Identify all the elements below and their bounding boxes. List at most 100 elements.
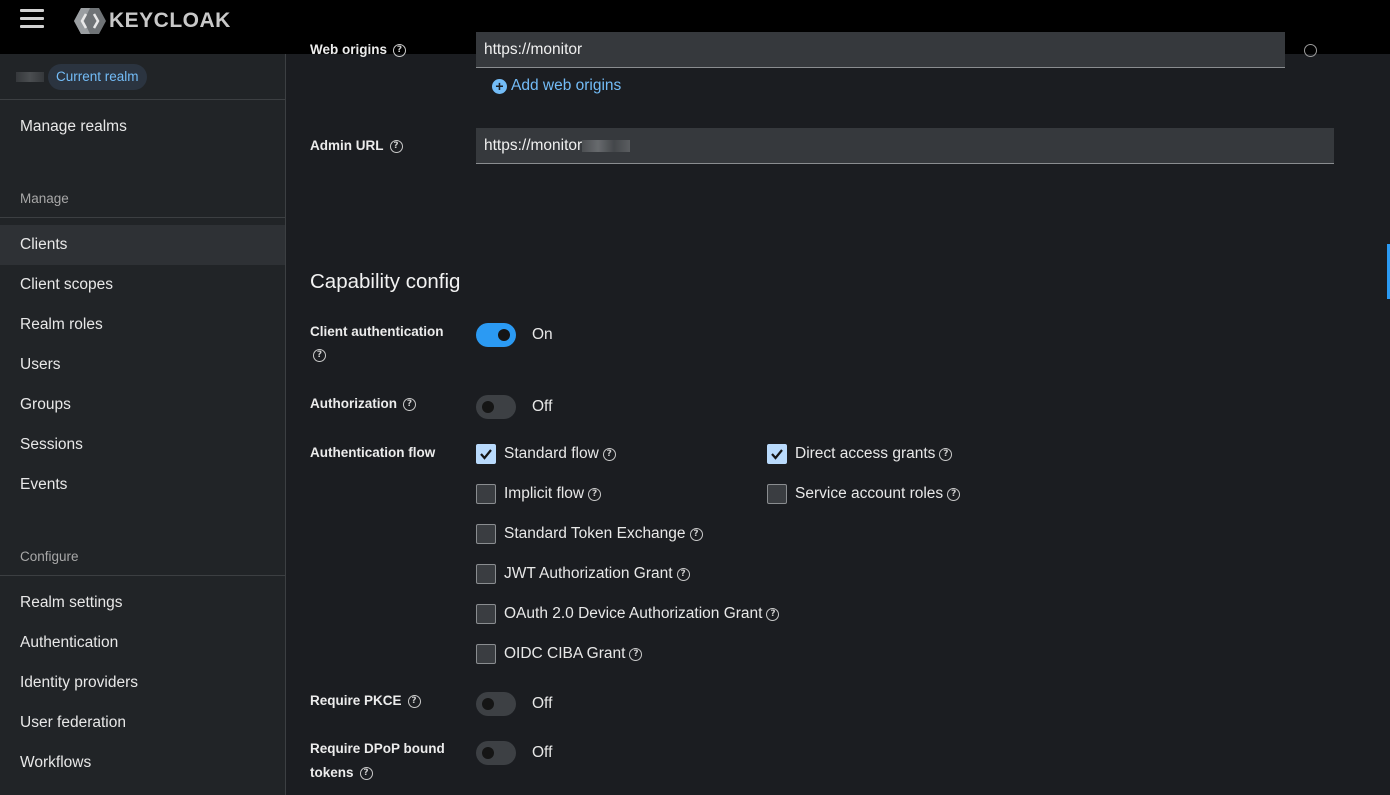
realm-name-redacted xyxy=(16,72,44,82)
sidebar-item-users[interactable]: Users xyxy=(0,345,285,385)
check-icon xyxy=(480,449,492,460)
client-authentication-state: On xyxy=(532,326,553,343)
help-icon[interactable]: ? xyxy=(689,527,703,541)
help-icon[interactable]: ? xyxy=(359,766,373,780)
help-icon[interactable]: ? xyxy=(407,694,421,708)
standard-flow-label: Standard flow xyxy=(504,445,599,462)
standard-token-exchange-label: Standard Token Exchange xyxy=(504,525,686,542)
nav-divider xyxy=(0,575,285,576)
require-pkce-state: Off xyxy=(532,695,553,712)
add-web-origins-link[interactable]: + Add web origins xyxy=(492,77,621,95)
jwt-authorization-grant-label: JWT Authorization Grant xyxy=(504,565,673,582)
web-origins-label: Web origins? xyxy=(310,42,407,57)
realm-selector[interactable]: Current realm xyxy=(0,54,285,100)
help-icon[interactable]: ? xyxy=(588,487,602,501)
device-authorization-grant-label: OAuth 2.0 Device Authorization Grant xyxy=(504,605,763,622)
current-realm-badge: Current realm xyxy=(48,64,147,90)
sidebar-item-identity-providers[interactable]: Identity providers xyxy=(0,663,285,703)
require-dpop-label-line1: Require DPoP bound xyxy=(310,741,445,756)
require-dpop-label: Require DPoP bound tokens? xyxy=(310,737,445,785)
help-icon[interactable]: ? xyxy=(939,447,953,461)
require-dpop-state: Off xyxy=(532,744,553,761)
help-icon[interactable]: ? xyxy=(313,349,326,362)
toggle-knob xyxy=(482,401,494,413)
oidc-ciba-grant-option: OIDC CIBA Grant? xyxy=(476,644,643,664)
check-icon xyxy=(771,449,783,460)
direct-access-grants-checkbox[interactable] xyxy=(767,444,787,464)
implicit-flow-label: Implicit flow xyxy=(504,485,585,502)
authorization-state: Off xyxy=(532,398,553,415)
admin-url-value: https://monitor xyxy=(484,137,583,154)
redacted-text xyxy=(582,139,631,152)
add-web-origins-text: Add web origins xyxy=(511,77,622,94)
sidebar-item-client-scopes[interactable]: Client scopes xyxy=(0,265,285,305)
keycloak-logo-icon xyxy=(74,8,106,34)
standard-token-exchange-option: Standard Token Exchange? xyxy=(476,524,703,544)
sidebar-item-events[interactable]: Events xyxy=(0,465,285,505)
toggle-knob xyxy=(482,747,494,759)
device-authorization-grant-option: OAuth 2.0 Device Authorization Grant? xyxy=(476,604,780,624)
help-icon[interactable]: ? xyxy=(403,397,416,411)
help-icon[interactable]: ? xyxy=(676,567,690,581)
service-account-roles-label: Service account roles xyxy=(795,485,944,502)
help-icon[interactable]: ? xyxy=(629,647,643,661)
sidebar-item-sessions[interactable]: Sessions xyxy=(0,425,285,465)
help-icon[interactable]: ? xyxy=(766,607,780,621)
toggle-knob xyxy=(482,698,494,710)
sidebar-item-realm-roles[interactable]: Realm roles xyxy=(0,305,285,345)
sidebar-item-authentication[interactable]: Authentication xyxy=(0,623,285,663)
capability-config-title: Capability config xyxy=(310,270,461,293)
help-icon[interactable]: ? xyxy=(393,43,407,57)
jwt-authorization-grant-option: JWT Authorization Grant? xyxy=(476,564,690,584)
toggle-knob xyxy=(498,329,510,341)
device-authorization-grant-checkbox[interactable] xyxy=(476,604,496,624)
logo-text: KEYCLOAK xyxy=(109,9,231,32)
client-authentication-label-text: Client authentication xyxy=(310,324,444,339)
authentication-flow-label: Authentication flow xyxy=(310,445,436,460)
remove-web-origin-icon[interactable] xyxy=(1304,44,1317,57)
authorization-toggle[interactable] xyxy=(476,395,516,419)
help-icon[interactable]: ? xyxy=(602,447,616,461)
web-origins-label-text: Web origins xyxy=(310,42,388,57)
main-content: Web origins? https://monitor + Add web or… xyxy=(286,32,1390,795)
standard-flow-checkbox[interactable] xyxy=(476,444,496,464)
help-icon[interactable]: ? xyxy=(947,487,961,501)
sidebar-item-clients[interactable]: Clients xyxy=(0,225,285,265)
authorization-label-text: Authorization xyxy=(310,396,397,411)
oidc-ciba-grant-label: OIDC CIBA Grant xyxy=(504,645,626,662)
help-icon[interactable]: ? xyxy=(389,139,403,153)
require-dpop-label-line2: tokens xyxy=(310,765,354,780)
oidc-ciba-grant-checkbox[interactable] xyxy=(476,644,496,664)
client-authentication-toggle[interactable] xyxy=(476,323,516,347)
admin-url-input[interactable]: https://monitor xyxy=(476,128,1334,164)
keycloak-logo[interactable]: KEYCLOAK xyxy=(73,6,231,36)
standard-token-exchange-checkbox[interactable] xyxy=(476,524,496,544)
implicit-flow-checkbox[interactable] xyxy=(476,484,496,504)
sidebar-item-groups[interactable]: Groups xyxy=(0,385,285,425)
admin-url-label-text: Admin URL xyxy=(310,138,384,153)
nav-divider xyxy=(0,217,285,218)
client-authentication-label: Client authentication ? xyxy=(310,324,444,362)
authorization-label: Authorization? xyxy=(310,396,416,411)
admin-url-label: Admin URL? xyxy=(310,138,403,153)
nav-section-manage: Manage xyxy=(20,191,69,206)
sidebar: Current realm Manage realms Manage Clien… xyxy=(0,54,286,795)
direct-access-grants-label: Direct access grants xyxy=(795,445,936,462)
sidebar-item-realm-settings[interactable]: Realm settings xyxy=(0,583,285,623)
sidebar-item-manage-realms[interactable]: Manage realms xyxy=(0,107,285,147)
plus-circle-icon: + xyxy=(492,79,507,94)
standard-flow-option: Standard flow? xyxy=(476,444,616,464)
implicit-flow-option: Implicit flow? xyxy=(476,484,602,504)
hamburger-menu-icon[interactable] xyxy=(20,9,44,29)
jwt-authorization-grant-checkbox[interactable] xyxy=(476,564,496,584)
require-pkce-label: Require PKCE? xyxy=(310,693,421,708)
service-account-roles-option: Service account roles? xyxy=(767,484,961,504)
web-origins-input[interactable]: https://monitor xyxy=(476,32,1285,68)
web-origins-value: https://monitor xyxy=(484,41,583,58)
sidebar-item-user-federation[interactable]: User federation xyxy=(0,703,285,743)
require-dpop-toggle[interactable] xyxy=(476,741,516,765)
require-pkce-toggle[interactable] xyxy=(476,692,516,716)
direct-access-grants-option: Direct access grants? xyxy=(767,444,953,464)
service-account-roles-checkbox[interactable] xyxy=(767,484,787,504)
sidebar-item-workflows[interactable]: Workflows xyxy=(0,743,285,783)
